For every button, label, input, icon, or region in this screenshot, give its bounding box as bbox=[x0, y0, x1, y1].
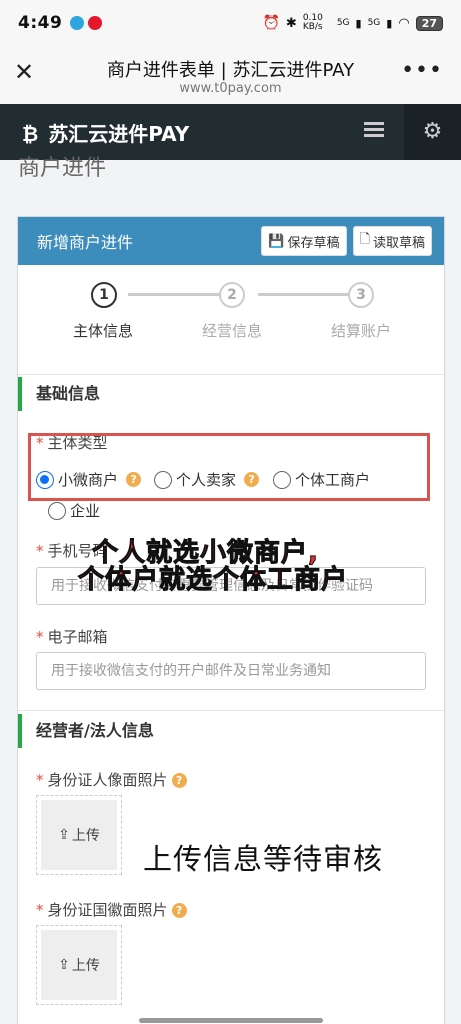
divider bbox=[18, 374, 446, 375]
id-front-label-text: 身份证人像面照片 bbox=[47, 771, 168, 789]
annotation-text-1: 个人就选小微商户, bbox=[92, 538, 319, 569]
status-bar: 4:49 ⏰ ✱ 0.10 KB/s 5G ▮ 5G ▮ ◠ 27 bbox=[0, 0, 461, 46]
save-draft-button[interactable]: 💾 保存草稿 bbox=[261, 226, 347, 256]
annotation-text-2: 个体户就选个体工商户 bbox=[78, 565, 349, 595]
step-2[interactable]: 2 bbox=[219, 282, 245, 308]
help-icon[interactable]: ? bbox=[171, 903, 187, 918]
radio-label: 企业 bbox=[70, 502, 101, 520]
card-header: 新增商户进件 💾 保存草稿 🗋 读取草稿 bbox=[18, 217, 444, 265]
step-3[interactable]: 3 bbox=[348, 282, 374, 308]
id-back-label-text: 身份证国徽面照片 bbox=[47, 901, 168, 919]
section-basic-info: 基础信息 bbox=[18, 377, 446, 411]
signal-5g-1: 5G bbox=[336, 18, 350, 28]
help-icon[interactable]: ? bbox=[171, 773, 187, 788]
id-front-upload[interactable]: ⇪ 上传 bbox=[36, 795, 122, 875]
net-speed: 0.10 KB/s bbox=[302, 13, 323, 32]
id-back-upload[interactable]: ⇪ 上传 bbox=[36, 925, 122, 1005]
card-title: 新增商户进件 bbox=[37, 233, 134, 252]
step-connector bbox=[258, 293, 358, 296]
save-draft-label: 保存草稿 bbox=[287, 235, 340, 251]
upload-label: 上传 bbox=[71, 958, 100, 974]
signal-5g-2: 5G bbox=[367, 18, 381, 28]
app-brand[interactable]: ₿ 苏汇云进件PAY bbox=[22, 118, 189, 147]
upload-label: 上传 bbox=[71, 828, 100, 844]
home-indicator[interactable] bbox=[139, 1018, 323, 1023]
upload-button[interactable]: ⇪ 上传 bbox=[41, 930, 117, 1000]
brand-name: 苏汇云进件PAY bbox=[48, 122, 190, 146]
wifi-icon: ◠ bbox=[398, 15, 410, 31]
notification-icons bbox=[70, 16, 103, 30]
status-right: ⏰ ✱ 0.10 KB/s 5G ▮ 5G ▮ ◠ 27 bbox=[262, 14, 443, 32]
step-2-label: 经营信息 bbox=[201, 322, 262, 340]
weibo-icon bbox=[88, 16, 103, 30]
id-front-label: * 身份证人像面照片? bbox=[36, 769, 187, 790]
radio-enterprise[interactable]: 企业 bbox=[48, 500, 100, 521]
merchant-form-card: 新增商户进件 💾 保存草稿 🗋 读取草稿 1 2 3 主体信息 经营信息 结算账户 … bbox=[17, 216, 446, 1024]
annotation-text-3: 上传信息等待审核 bbox=[143, 842, 384, 876]
browser-url: www.t0pay.com bbox=[179, 81, 282, 96]
signal-icon: ▮ bbox=[355, 16, 362, 30]
highlight-box bbox=[28, 433, 430, 501]
status-time: 4:49 bbox=[18, 13, 63, 33]
load-draft-label: 读取草稿 bbox=[372, 235, 425, 251]
email-input[interactable]: 用于接收微信支付的开户邮件及日常业务通知 bbox=[36, 652, 426, 690]
divider bbox=[18, 710, 446, 711]
section-legal-info: 经营者/法人信息 bbox=[18, 714, 446, 748]
gear-icon[interactable]: ⚙ bbox=[404, 104, 461, 160]
menu-icon[interactable] bbox=[364, 122, 384, 140]
screen: 4:49 ⏰ ✱ 0.10 KB/s 5G ▮ 5G ▮ ◠ 27 ✕ 商户进件… bbox=[0, 0, 461, 1024]
browser-bar: ✕ 商户进件表单 | 苏汇云进件PAY www.t0pay.com ••• bbox=[0, 46, 461, 104]
telegram-icon bbox=[70, 16, 85, 30]
battery-icon: 27 bbox=[415, 15, 443, 31]
upload-icon: ⇪ bbox=[58, 957, 70, 973]
upload-icon: ⇪ bbox=[58, 827, 70, 843]
email-label-text: 电子邮箱 bbox=[47, 628, 108, 646]
signal-icon-2: ▮ bbox=[386, 16, 393, 30]
radio-circle[interactable] bbox=[48, 501, 66, 520]
id-back-label: * 身份证国徽面照片? bbox=[36, 899, 187, 920]
alarm-icon: ⏰ bbox=[262, 15, 280, 31]
more-options-icon[interactable]: ••• bbox=[401, 58, 443, 83]
step-1-label: 主体信息 bbox=[72, 322, 133, 340]
upload-button[interactable]: ⇪ 上传 bbox=[41, 800, 117, 870]
page-title: 商户进件 bbox=[18, 156, 107, 181]
bluetooth-icon: ✱ bbox=[285, 15, 297, 31]
step-3-label: 结算账户 bbox=[330, 322, 391, 340]
bitcoin-icon: ₿ bbox=[22, 122, 39, 146]
email-label: * 电子邮箱 bbox=[36, 628, 108, 646]
file-icon: 🗋 bbox=[359, 232, 370, 247]
step-connector bbox=[128, 293, 228, 296]
save-icon: 💾 bbox=[268, 233, 285, 249]
step-1[interactable]: 1 bbox=[91, 282, 117, 308]
load-draft-button[interactable]: 🗋 读取草稿 bbox=[352, 226, 432, 256]
browser-title: 商户进件表单 | 苏汇云进件PAY bbox=[106, 60, 355, 81]
